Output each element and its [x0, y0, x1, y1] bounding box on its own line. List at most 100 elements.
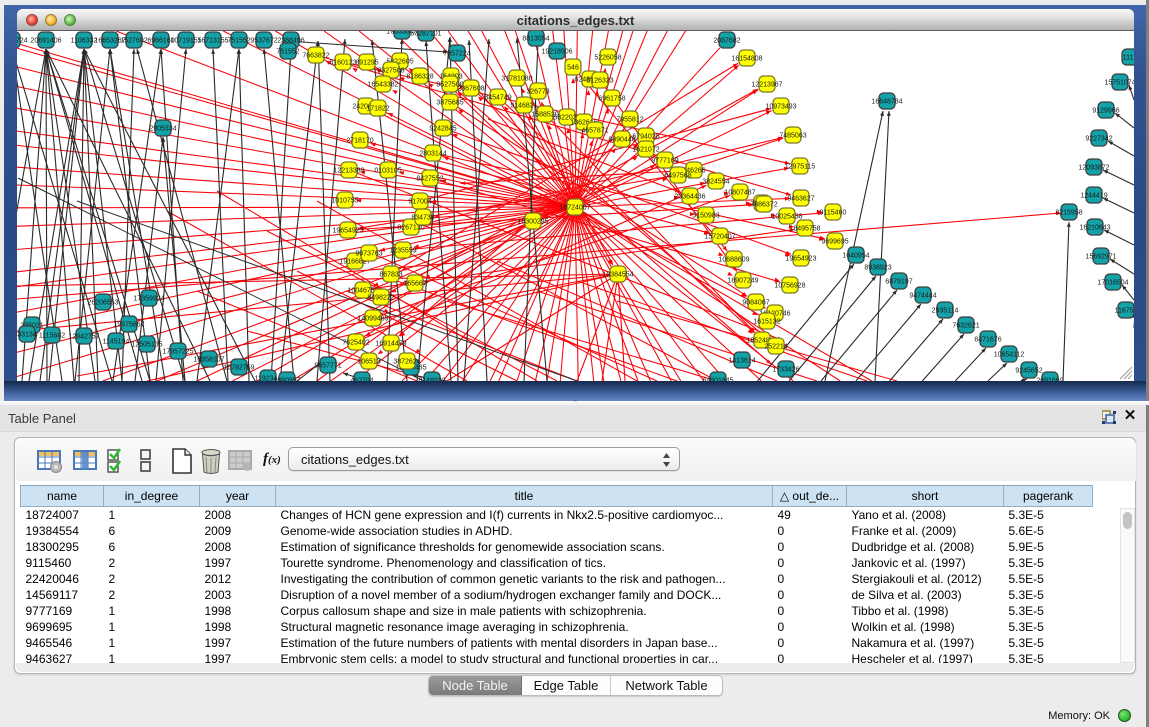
svg-text:16782759: 16782759: [223, 364, 254, 371]
svg-text:1145194: 1145194: [103, 338, 130, 345]
svg-text:165667: 165667: [403, 280, 426, 287]
svg-text:8454749: 8454749: [484, 94, 511, 101]
svg-text:7955812: 7955812: [616, 116, 643, 123]
svg-text:1413614: 1413614: [728, 357, 755, 364]
svg-text:7485063: 7485063: [779, 132, 806, 139]
svg-text:2905334: 2905334: [149, 125, 176, 132]
svg-text:326773: 326773: [526, 88, 549, 95]
svg-text:9973763: 9973763: [355, 250, 382, 257]
svg-text:751552: 751552: [227, 37, 250, 44]
svg-text:10807487: 10807487: [724, 189, 755, 196]
svg-text:12505135: 12505135: [131, 341, 162, 348]
svg-text:7663822: 7663822: [302, 52, 329, 59]
svg-text:9245652: 9245652: [1015, 367, 1042, 374]
svg-text:12093872: 12093872: [1078, 164, 1109, 171]
svg-text:31781080: 31781080: [501, 75, 532, 82]
svg-text:15720407: 15720407: [704, 233, 735, 240]
svg-text:9242845: 9242845: [429, 125, 456, 132]
svg-text:17957225: 17957225: [162, 348, 193, 355]
svg-text:1621072: 1621072: [632, 146, 659, 153]
svg-text:10654112: 10654112: [994, 351, 1025, 358]
svg-text:1112: 1112: [1123, 54, 1134, 61]
svg-text:116753: 116753: [1115, 307, 1134, 314]
svg-text:9327508: 9327508: [377, 67, 404, 74]
svg-text:10756928: 10756928: [774, 282, 805, 289]
svg-text:6794028: 6794028: [632, 133, 659, 140]
svg-text:2935114: 2935114: [932, 307, 959, 314]
svg-text:2718170: 2718170: [346, 137, 373, 144]
svg-text:8813054: 8813054: [522, 35, 549, 42]
svg-text:8160123: 8160123: [329, 59, 356, 66]
svg-text:2087682: 2087682: [713, 37, 740, 44]
svg-text:18300295: 18300295: [517, 218, 548, 225]
svg-text:53287101: 53287101: [410, 31, 441, 37]
svg-text:1615132: 1615132: [753, 318, 780, 325]
svg-text:1235559: 1235559: [389, 247, 416, 254]
svg-text:10958107: 10958107: [193, 356, 224, 363]
svg-text:16648784: 16648784: [871, 98, 902, 105]
svg-text:2880957: 2880957: [273, 377, 300, 381]
svg-text:7625402: 7625402: [342, 339, 369, 346]
svg-text:16914479: 16914479: [375, 340, 406, 347]
svg-text:84801845: 84801845: [702, 377, 733, 381]
svg-text:14099489: 14099489: [357, 315, 388, 322]
svg-text:9146821: 9146821: [510, 102, 537, 109]
svg-text:12975115: 12975115: [785, 163, 816, 170]
svg-text:9463627: 9463627: [787, 195, 814, 202]
svg-text:7886372: 7886372: [750, 201, 777, 208]
svg-text:3875685: 3875685: [436, 99, 463, 106]
svg-text:33134: 33134: [17, 331, 37, 338]
svg-text:9084067: 9084067: [742, 299, 769, 306]
svg-text:2691669: 2691669: [1036, 377, 1063, 381]
svg-text:0103105: 0103105: [374, 167, 401, 174]
svg-text:867833: 867833: [379, 271, 402, 278]
svg-text:9537672: 9537672: [250, 37, 277, 44]
svg-text:16210643: 16210643: [1079, 224, 1110, 231]
svg-text:18907249: 18907249: [727, 277, 758, 284]
svg-text:462704: 462704: [350, 377, 373, 381]
svg-text:1640954: 1640954: [842, 252, 869, 259]
svg-text:1733426: 1733426: [772, 366, 799, 373]
svg-text:917004: 917004: [408, 198, 431, 205]
svg-text:1115682: 1115682: [39, 332, 65, 339]
svg-text:20355724: 20355724: [17, 37, 28, 44]
svg-text:8186328: 8186328: [406, 73, 433, 80]
svg-text:7632621: 7632621: [952, 322, 979, 329]
svg-text:252214: 252214: [764, 343, 787, 350]
svg-text:891295: 891295: [355, 59, 378, 66]
svg-text:16543382: 16543382: [367, 81, 398, 88]
svg-text:19654923: 19654923: [785, 255, 816, 262]
svg-text:834738: 834738: [411, 214, 434, 221]
svg-text:751552: 751552: [276, 48, 299, 55]
svg-text:4657871: 4657871: [581, 127, 608, 134]
svg-text:8471676: 8471676: [974, 336, 1001, 343]
svg-text:12213389: 12213389: [333, 167, 364, 174]
svg-text:3872624: 3872624: [393, 358, 420, 365]
svg-text:17016504: 17016504: [1097, 279, 1128, 286]
svg-text:15692971: 15692971: [1085, 253, 1116, 260]
svg-text:19384554: 19384554: [602, 271, 633, 278]
svg-text:9227342: 9227342: [1085, 135, 1112, 142]
svg-text:7857224: 7857224: [443, 50, 470, 57]
svg-text:1010755: 1010755: [331, 197, 358, 204]
svg-text:19654923: 19654923: [332, 227, 363, 234]
svg-text:12942757: 12942757: [68, 333, 99, 340]
svg-text:8148932: 8148932: [418, 377, 445, 381]
svg-text:16713155: 16713155: [197, 37, 228, 44]
svg-text:18495758: 18495758: [789, 225, 820, 232]
svg-text:8215958: 8215958: [1055, 209, 1082, 216]
svg-text:2367608: 2367608: [457, 85, 484, 92]
svg-text:16154808: 16154808: [731, 55, 762, 62]
svg-text:1527602: 1527602: [120, 37, 147, 44]
svg-text:19218506: 19218506: [541, 48, 572, 55]
svg-text:6497568: 6497568: [664, 172, 691, 179]
svg-text:20691406: 20691406: [30, 37, 61, 44]
svg-text:171822: 171822: [366, 105, 389, 112]
svg-text:106513: 106513: [357, 358, 380, 365]
svg-text:20364436: 20364436: [674, 193, 705, 200]
svg-text:19975867: 19975867: [113, 321, 144, 328]
svg-text:9657771: 9657771: [314, 362, 341, 369]
svg-text:2803144: 2803144: [419, 150, 446, 157]
svg-text:8126323: 8126323: [586, 77, 613, 84]
svg-text:26206553: 26206553: [87, 299, 118, 306]
